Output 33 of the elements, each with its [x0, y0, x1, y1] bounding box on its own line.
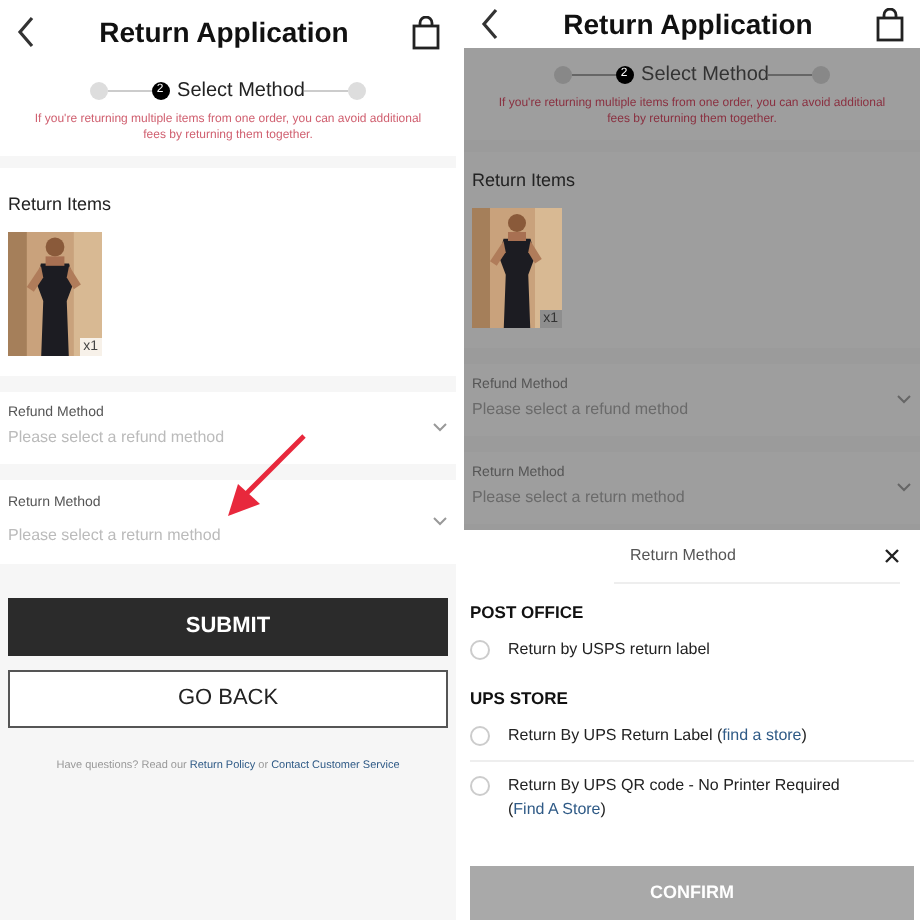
field-placeholder: Please select a refund method [8, 426, 225, 451]
link[interactable]: find a store [722, 725, 802, 743]
section-heading: Return Items [8, 192, 114, 218]
window-title: Return Application [99, 13, 349, 52]
shopping-bag-icon[interactable] [875, 7, 904, 41]
group-heading: POST OFFICE [470, 600, 586, 626]
radio-option[interactable]: Return By UPS QR code - No Printer Required (Find A Store) [470, 761, 914, 833]
chevron-down-icon [432, 516, 448, 526]
radio-button[interactable] [470, 775, 490, 795]
radio-button[interactable] [470, 725, 490, 745]
sheet-title: Return Method [630, 544, 736, 568]
close-icon[interactable] [884, 548, 900, 564]
step-label: Select Method [641, 62, 769, 90]
chevron-down-icon [896, 394, 912, 404]
link[interactable]: Find A Store [513, 799, 601, 817]
step-label: Select Method [177, 78, 305, 106]
back-icon[interactable] [480, 8, 500, 40]
field-placeholder: Please select a return method [8, 524, 221, 549]
group-heading: UPS STORE [470, 685, 570, 711]
option-label: Return By UPS Return Label (find a store) [508, 725, 807, 743]
chevron-down-icon [432, 422, 448, 432]
window-title: Return Application [563, 5, 813, 44]
radio-option[interactable]: Return by USPS return label [470, 625, 914, 674]
section-heading: Return Items [472, 168, 578, 194]
radio-option[interactable]: Return By UPS Return Label (find a store) [470, 711, 914, 761]
radio-button[interactable] [470, 639, 490, 660]
option-label: Return By UPS QR code - No Printer Required (Find A Store) [508, 775, 840, 817]
back-icon[interactable] [16, 16, 36, 48]
shopping-bag-icon[interactable] [411, 15, 440, 49]
chevron-down-icon [896, 482, 912, 492]
back-button[interactable]: GO BACK [8, 669, 448, 727]
option-label: Return by USPS return label [508, 639, 710, 658]
submit-button[interactable]: SUBMIT [8, 597, 448, 655]
